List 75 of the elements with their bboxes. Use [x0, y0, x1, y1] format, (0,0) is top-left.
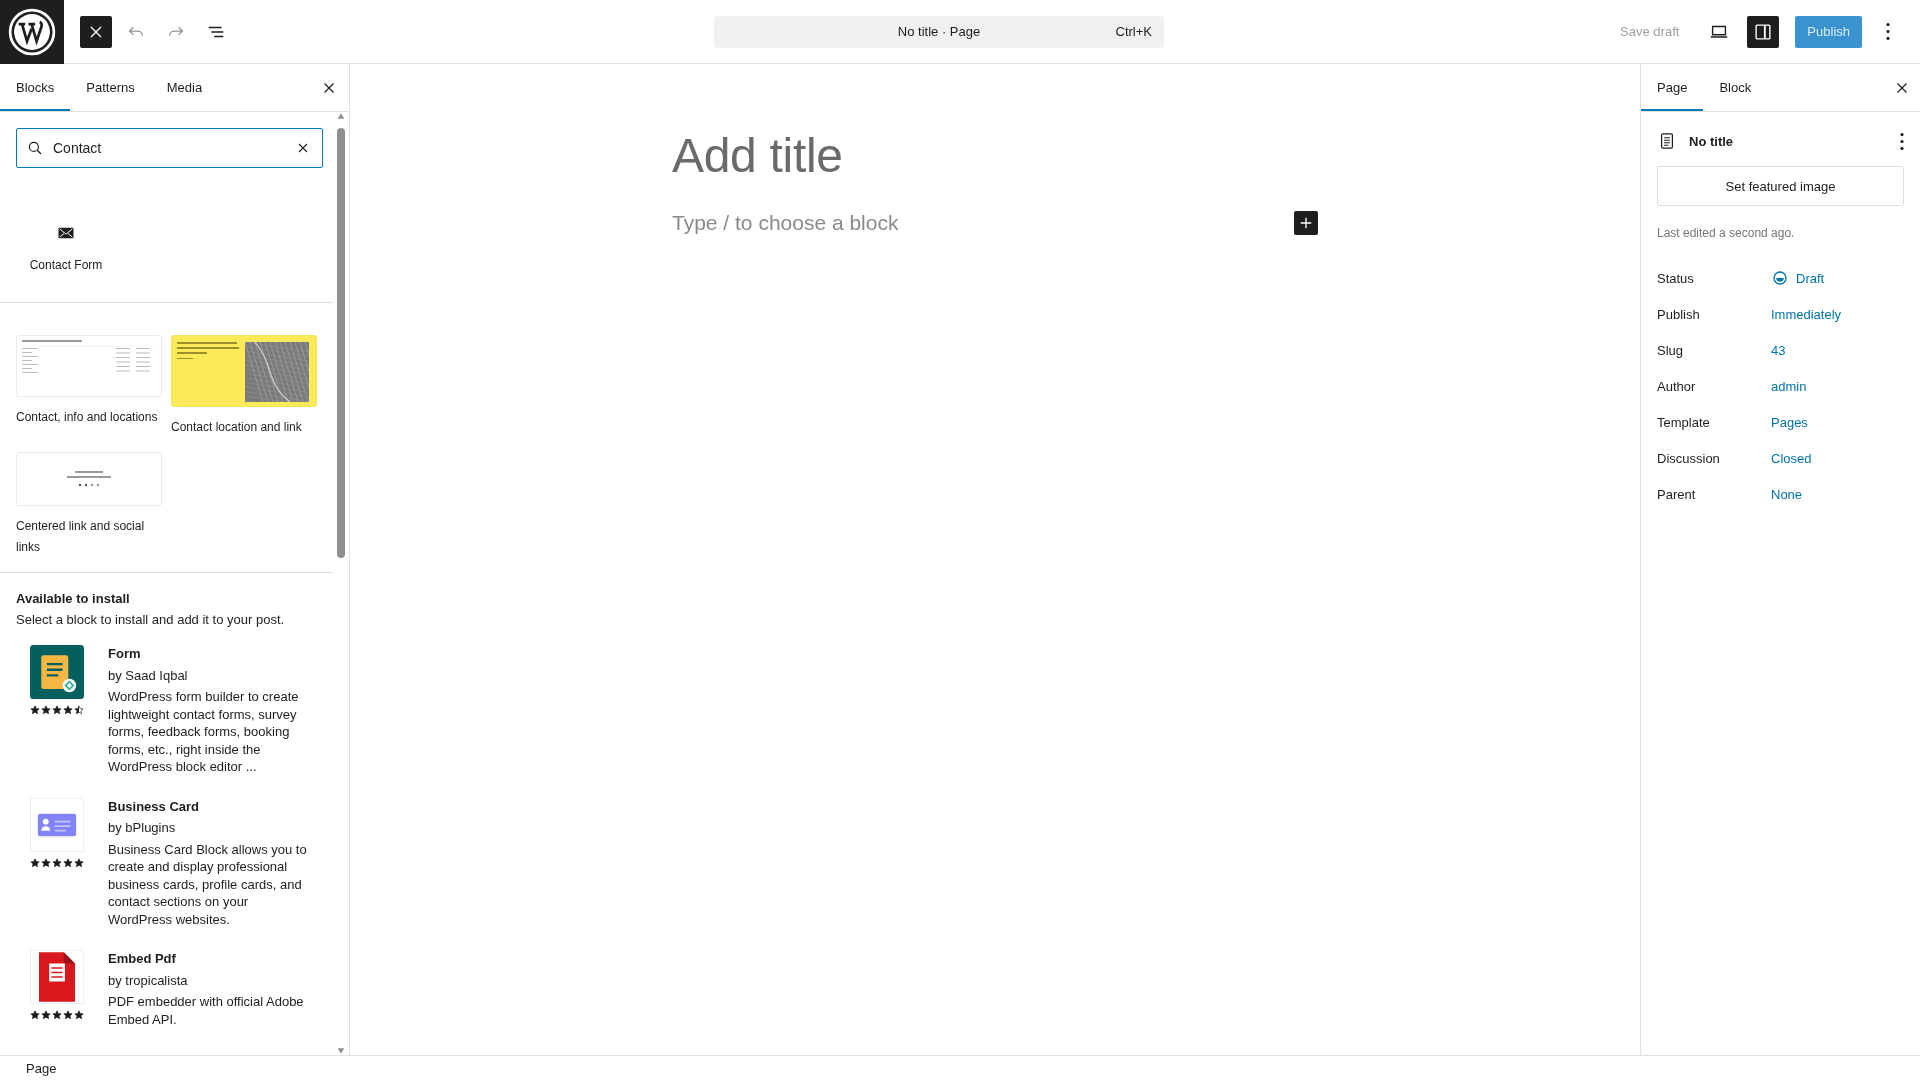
text-lines-drawing — [67, 471, 111, 479]
plugin-item[interactable]: Business Card by bPlugins Business Card Block allows you to create and display professional business cards, profile cards, and contact sections on your WordPress websites. — [16, 797, 333, 928]
form-icon — [30, 645, 84, 699]
field-value-link[interactable]: Pages — [1771, 414, 1808, 430]
star-icon — [74, 1010, 84, 1020]
field-value-link[interactable]: 43 — [1771, 342, 1786, 358]
title-placeholder[interactable]: Add title — [672, 128, 843, 183]
tab[interactable]: Blocks — [0, 64, 71, 111]
wordpress-logo-icon — [7, 6, 57, 57]
keyboard-shortcut: Ctrl+K — [1115, 23, 1152, 39]
plugin-author: by tropicalista — [108, 971, 189, 989]
star-icon — [52, 705, 62, 715]
document-bar[interactable]: No title · Page Ctrl+K — [714, 15, 1164, 48]
star-icon — [30, 705, 40, 715]
field-value-link[interactable]: Draft — [1771, 269, 1825, 287]
scroll-up-icon — [336, 112, 346, 120]
document-title: No title — [1689, 133, 1735, 149]
field-label: Slug — [1657, 342, 1685, 358]
star-icon — [63, 857, 73, 868]
plugin-author: by bPlugins — [108, 819, 177, 837]
plugin-name: Embed Pdf — [108, 950, 177, 968]
field-label: Discussion — [1657, 450, 1721, 466]
last-edited-text: Last edited a second ago. — [1657, 226, 1796, 240]
block-item[interactable]: Contact Form — [16, 224, 116, 272]
star-icon — [41, 857, 51, 868]
star-icon — [74, 857, 84, 868]
close-inserter-button[interactable] — [80, 15, 112, 48]
plugin-name: Business Card — [108, 797, 201, 815]
star-icon — [41, 1010, 51, 1020]
plugin-item[interactable]: Form by Saad Iqbal WordPress form builder to create lightweight contact forms, survey forms, feedback forms, booking forms, etc., right inside the WordPress block editor ... — [16, 645, 333, 776]
field-value-link[interactable]: None — [1771, 486, 1803, 502]
plugin-description: Business Card Block allows you to create and display professional business cards, profile cards, and contact sections on your WordPress websites. — [108, 840, 308, 928]
plugin-item[interactable]: Embed Pdf by tropicalista PDF embedder with official Adobe Embed API. — [16, 950, 333, 1028]
field-label: Template — [1657, 414, 1711, 430]
set-featured-image-button[interactable]: Set featured image — [1657, 166, 1904, 206]
wordpress-logo[interactable] — [0, 0, 64, 64]
business-card-icon — [30, 797, 84, 852]
star-icon — [30, 1010, 40, 1020]
social-icons-drawing — [78, 483, 100, 487]
section-heading: Available to install — [16, 591, 131, 606]
field-value-link[interactable]: admin — [1771, 378, 1807, 394]
star-icon — [52, 1010, 62, 1020]
field-value-link[interactable]: Closed — [1771, 450, 1812, 466]
section-description: Select a block to install and add it to your post. — [16, 612, 286, 627]
plugin-name: Form — [108, 645, 142, 663]
field-label: Status — [1657, 270, 1695, 286]
plugin-author: by Saad Iqbal — [108, 666, 189, 684]
field-label: Publish — [1657, 306, 1701, 322]
star-icon — [41, 705, 51, 715]
tab[interactable]: Block — [1703, 64, 1768, 111]
search-field[interactable]: Contact — [16, 128, 323, 168]
draft-status-icon — [1771, 269, 1789, 287]
breadcrumb-link[interactable]: Page — [20, 1058, 63, 1078]
pdf-document-icon — [30, 950, 84, 1004]
field-label: Author — [1657, 378, 1697, 394]
field-label: Parent — [1657, 486, 1697, 502]
tab[interactable]: Media — [150, 64, 219, 111]
more-options-button[interactable] — [1900, 132, 1904, 150]
star-icon — [30, 857, 40, 868]
star-icon — [74, 705, 84, 715]
plugin-description: WordPress form builder to create lightweight contact forms, survey forms, feedback forms, booking forms, etc., right inside the WordPress block editor ... — [108, 688, 300, 776]
add-block-button[interactable] — [1294, 211, 1318, 235]
tab[interactable]: Patterns — [70, 64, 151, 111]
star-icon — [63, 705, 73, 715]
star-icon — [63, 1010, 73, 1020]
plugin-description: PDF embedder with official Adobe Embed API. — [108, 993, 305, 1028]
map-preview-drawing — [245, 342, 309, 402]
more-options-icon — [1900, 132, 1904, 150]
more-options-icon — [1886, 23, 1890, 40]
search-icon — [26, 139, 44, 157]
tab[interactable]: Page — [1641, 64, 1704, 111]
settings-button[interactable] — [1747, 15, 1780, 48]
star-icon — [52, 857, 62, 868]
scrollbar[interactable] — [336, 116, 346, 1051]
field-value-link[interactable]: Immediately — [1771, 306, 1842, 322]
